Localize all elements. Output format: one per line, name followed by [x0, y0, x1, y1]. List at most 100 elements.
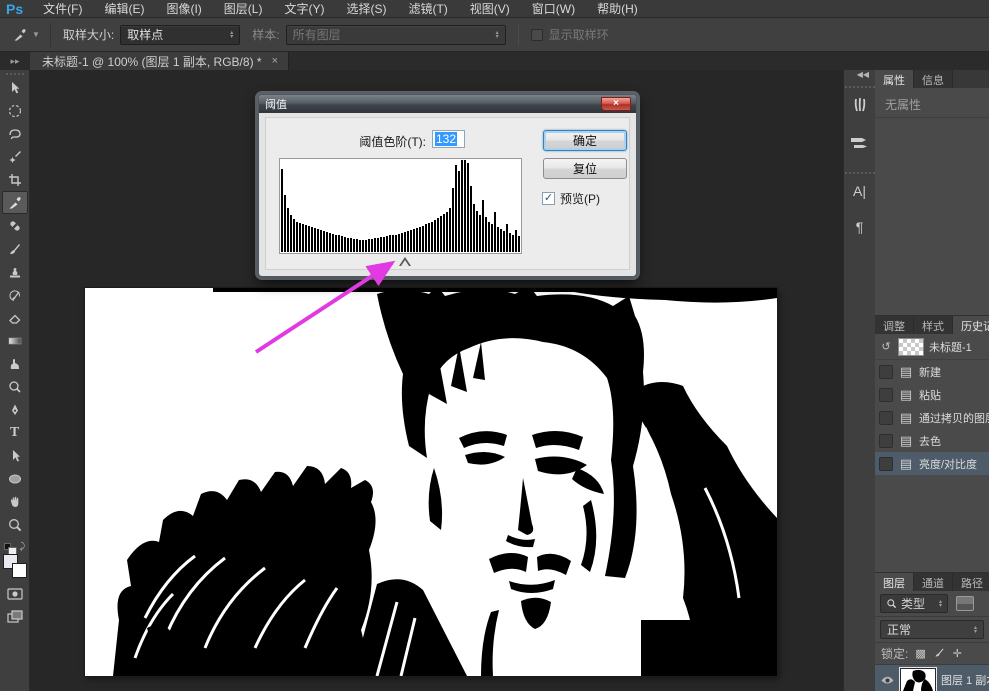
- history-source-well[interactable]: [879, 365, 893, 379]
- history-brush-tool[interactable]: [2, 283, 28, 306]
- threshold-level-label: 阈值色阶(T):: [266, 133, 426, 150]
- history-snapshot-row[interactable]: ↺ 未标题-1: [875, 334, 989, 360]
- menu-layer[interactable]: 图层(L): [214, 0, 273, 18]
- tab-properties[interactable]: 属性: [875, 70, 914, 88]
- crop-tool[interactable]: [2, 168, 28, 191]
- zoom-tool[interactable]: [2, 513, 28, 536]
- tool-preset-picker[interactable]: ▼: [0, 23, 51, 47]
- history-item[interactable]: ▤ 粘贴: [875, 383, 989, 406]
- checkbox-checked-icon: ✓: [542, 192, 555, 205]
- history-source-well[interactable]: [879, 388, 893, 402]
- lock-position-icon[interactable]: ✛: [953, 647, 962, 660]
- dialog-close-button[interactable]: ×: [601, 97, 631, 111]
- document-tab[interactable]: 未标题-1 @ 100% (图层 1 副本, RGB/8) * ×: [30, 52, 289, 70]
- tab-styles[interactable]: 样式: [914, 316, 953, 334]
- lock-transparency-icon[interactable]: ▩: [915, 647, 925, 660]
- lock-pixels-icon[interactable]: [933, 646, 946, 662]
- panel-grip[interactable]: [6, 73, 24, 75]
- color-swatches[interactable]: [3, 554, 27, 578]
- dock-group-brushes: [845, 86, 875, 168]
- threshold-value-input[interactable]: 132: [432, 130, 465, 148]
- blend-mode-select[interactable]: 正常 ▴▾: [880, 620, 984, 639]
- tab-paths[interactable]: 路径: [953, 573, 989, 591]
- sample-size-select[interactable]: 取样点 ▴▾: [120, 25, 240, 45]
- tab-channels[interactable]: 通道: [914, 573, 953, 591]
- filter-by-image-icon[interactable]: [956, 596, 974, 611]
- layer-filter-select[interactable]: 类型 ▴▾: [880, 594, 948, 613]
- eraser-tool[interactable]: [2, 306, 28, 329]
- path-select-tool[interactable]: [2, 444, 28, 467]
- menu-window[interactable]: 窗口(W): [522, 0, 585, 18]
- reset-button[interactable]: 复位: [543, 158, 627, 179]
- tab-history[interactable]: 历史记录: [953, 316, 989, 334]
- menu-help[interactable]: 帮助(H): [587, 0, 648, 18]
- menu-view[interactable]: 视图(V): [460, 0, 520, 18]
- preview-checkbox[interactable]: ✓ 预览(P): [542, 190, 600, 207]
- brushes-panel-icon[interactable]: [848, 130, 872, 152]
- screen-mode-button[interactable]: [2, 605, 28, 628]
- collapse-panels-icon[interactable]: ◀◀: [844, 70, 875, 82]
- type-tool[interactable]: T: [2, 421, 28, 444]
- lasso-tool[interactable]: [2, 122, 28, 145]
- menu-file[interactable]: 文件(F): [33, 0, 92, 18]
- healing-brush-tool[interactable]: [2, 214, 28, 237]
- history-item[interactable]: ▤ 新建: [875, 360, 989, 383]
- photoshop-logo: Ps: [0, 1, 31, 17]
- menu-type[interactable]: 文字(Y): [274, 0, 334, 18]
- preview-label: 预览(P): [560, 190, 600, 207]
- tab-info[interactable]: 信息: [914, 70, 953, 88]
- layer-row-selected[interactable]: 图层 1 副本: [875, 665, 989, 691]
- dodge-tool[interactable]: [2, 375, 28, 398]
- blend-mode-row: 正常 ▴▾: [875, 617, 989, 643]
- hand-tool[interactable]: [2, 490, 28, 513]
- menu-edit[interactable]: 编辑(E): [94, 0, 154, 18]
- shape-ellipse-tool[interactable]: [2, 467, 28, 490]
- history-brush-source-icon[interactable]: ↺: [879, 340, 893, 353]
- document-canvas[interactable]: [85, 288, 777, 676]
- character-panel-icon[interactable]: A|: [848, 180, 872, 202]
- background-color-swatch[interactable]: [12, 563, 27, 578]
- move-tool[interactable]: [2, 76, 28, 99]
- magic-wand-tool[interactable]: [2, 145, 28, 168]
- ok-button[interactable]: 确定: [543, 130, 627, 151]
- layer-thumbnail[interactable]: [900, 668, 936, 691]
- paragraph-panel-icon[interactable]: ¶: [848, 216, 872, 238]
- tab-close-icon[interactable]: ×: [272, 55, 278, 67]
- history-item[interactable]: ▤ 去色: [875, 429, 989, 452]
- tab-adjustments[interactable]: 调整: [875, 316, 914, 334]
- menu-filter[interactable]: 滤镜(T): [398, 0, 457, 18]
- sample-select[interactable]: 所有图层 ▴▾: [286, 25, 506, 45]
- canvas-area: 阈值 × 阈值色阶(T): 132 确定 复位 ✓ 预览(P): [30, 70, 843, 691]
- show-sampling-ring-checkbox[interactable]: 显示取样环: [531, 26, 609, 43]
- clone-stamp-tool[interactable]: [2, 260, 28, 283]
- eyedropper-tool[interactable]: [2, 191, 28, 214]
- default-colors-icon: [4, 543, 11, 550]
- history-source-well[interactable]: [879, 434, 893, 448]
- menu-image[interactable]: 图像(I): [156, 0, 211, 18]
- threshold-slider-handle[interactable]: [399, 257, 411, 266]
- history-item[interactable]: ▤ 通过拷贝的图层: [875, 406, 989, 429]
- gradient-tool[interactable]: [2, 329, 28, 352]
- swap-colors-icon: ⤸: [20, 541, 25, 552]
- brush-presets-icon[interactable]: [848, 94, 872, 116]
- visibility-eye-icon[interactable]: [879, 676, 895, 685]
- history-source-well[interactable]: [879, 411, 893, 425]
- tab-layers[interactable]: 图层: [875, 573, 914, 591]
- panel-dock-strip: ◀◀ A| ¶: [843, 70, 875, 691]
- smudge-tool[interactable]: [2, 352, 28, 375]
- history-step-icon: ▤: [898, 434, 914, 447]
- dialog-title-bar[interactable]: 阈值: [259, 95, 636, 113]
- dialog-title: 阈值: [265, 96, 287, 112]
- pen-tool[interactable]: [2, 398, 28, 421]
- brush-tool[interactable]: [2, 237, 28, 260]
- default-swap-colors[interactable]: ⤸: [4, 540, 25, 552]
- toolbar-collapse-icon[interactable]: ▸▸: [0, 52, 30, 70]
- menu-select[interactable]: 选择(S): [336, 0, 396, 18]
- quick-mask-button[interactable]: [2, 582, 28, 605]
- marquee-tool[interactable]: [2, 99, 28, 122]
- divider: [518, 24, 519, 46]
- history-source-well[interactable]: [879, 457, 893, 471]
- dock-group-type: A| ¶: [845, 172, 875, 254]
- history-item-selected[interactable]: ▤ 亮度/对比度: [875, 452, 989, 475]
- dialog-body: 阈值色阶(T): 132 确定 复位 ✓ 预览(P): [265, 117, 630, 270]
